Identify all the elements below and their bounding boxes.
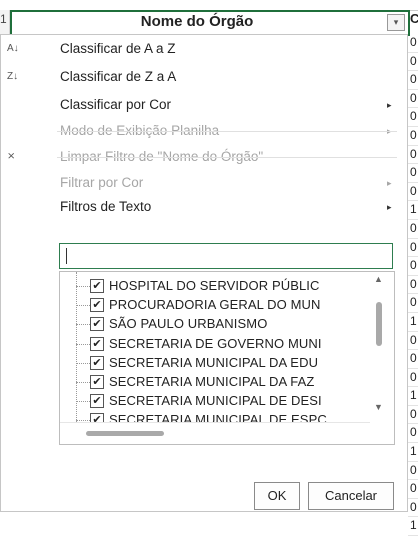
cell[interactable]: 0 xyxy=(408,462,418,481)
cell[interactable]: 0 xyxy=(408,257,418,276)
list-item-label: PROCURADORIA GERAL DO MUN xyxy=(109,297,321,313)
cell[interactable]: 0 xyxy=(408,350,418,369)
cell[interactable]: 0 xyxy=(408,369,418,388)
menu-item: Filtrar por Cor ▸ xyxy=(1,171,407,195)
checkbox-icon[interactable]: ✔ xyxy=(90,336,104,351)
cancel-button[interactable]: Cancelar xyxy=(308,482,394,510)
list-item-label: SECRETARIA MUNICIPAL DA FAZ xyxy=(109,374,315,389)
vertical-scrollbar[interactable]: ▲ ▼ xyxy=(370,272,390,444)
list-item-label: SECRETARIA MUNICIPAL DA EDU xyxy=(109,354,319,370)
checkbox-icon[interactable]: ✔ xyxy=(90,394,104,409)
submenu-arrow-icon: ▸ xyxy=(387,100,392,110)
horizontal-scroll-thumb[interactable] xyxy=(86,431,164,436)
cell[interactable]: 0 xyxy=(408,294,418,313)
cell[interactable]: 0 xyxy=(408,34,418,53)
cell[interactable]: 0 xyxy=(408,406,418,425)
list-item[interactable]: ✔ SÃO PAULO URBANISMO xyxy=(60,314,350,334)
menu-item-label: Classificar de A a Z xyxy=(60,41,176,56)
filter-dropdown-button[interactable]: ▾ xyxy=(387,14,405,31)
list-item[interactable]: ✔ SECRETARIA DE GOVERNO MUNI xyxy=(60,334,350,354)
submenu-arrow-icon: ▸ xyxy=(387,178,392,188)
cell[interactable]: 0 xyxy=(408,71,418,90)
scroll-down-icon[interactable]: ▼ xyxy=(374,402,383,412)
cell[interactable]: 0 xyxy=(408,53,418,72)
list-item-label: HOSPITAL DO SERVIDOR PÚBLIC xyxy=(109,278,320,293)
checkbox-icon[interactable]: ✔ xyxy=(90,375,104,389)
cell[interactable]: 1 xyxy=(408,313,418,332)
tree-connector xyxy=(76,362,90,364)
menu-item-label: Filtros de Texto xyxy=(60,199,152,214)
cell[interactable]: 1 xyxy=(408,443,418,462)
cell[interactable]: 0 xyxy=(408,146,418,165)
text-caret xyxy=(66,248,67,264)
list-item[interactable]: ✔ SECRETARIA MUNICIPAL DA EDU xyxy=(60,353,350,373)
cell[interactable]: 1 xyxy=(408,517,418,536)
menu-item-label: Filtrar por Cor xyxy=(60,175,144,190)
sort-ascending-icon: A↓ xyxy=(7,43,19,54)
clear-filter-icon: ⨯ xyxy=(7,151,16,162)
menu-item[interactable]: A↓ Classificar de A a Z xyxy=(1,37,407,61)
vertical-scroll-thumb[interactable] xyxy=(376,302,382,346)
tree-connector xyxy=(76,401,90,403)
cell[interactable]: 0 xyxy=(408,332,418,351)
list-item[interactable]: ✔ SECRETARIA MUNICIPAL DA FAZ xyxy=(60,372,350,392)
list-item-label: SECRETARIA MUNICIPAL DE DESI xyxy=(109,393,322,409)
spreadsheet: 1 Nome do Órgão ▾ C 00000000010000010001… xyxy=(0,0,418,536)
cell[interactable]: 0 xyxy=(408,164,418,183)
tree-connector xyxy=(76,305,90,307)
cell[interactable]: 0 xyxy=(408,499,418,518)
list-item[interactable]: ✔ HOSPITAL DO SERVIDOR PÚBLIC xyxy=(60,276,350,296)
menu-separator xyxy=(57,157,397,158)
list-item[interactable]: ✔ SECRETARIA MUNICIPAL DE DESI xyxy=(60,391,350,411)
next-column-letter: C xyxy=(410,11,418,26)
tree-connector xyxy=(76,343,90,345)
list-item[interactable]: ✔ PROCURADORIA GERAL DO MUN xyxy=(60,295,350,315)
horizontal-scrollbar[interactable] xyxy=(60,422,370,444)
cell[interactable]: 0 xyxy=(408,276,418,295)
cell[interactable]: 1 xyxy=(408,387,418,406)
cell[interactable]: 0 xyxy=(408,183,418,202)
tree-connector xyxy=(76,382,90,383)
checkbox-icon[interactable]: ✔ xyxy=(90,355,104,370)
checkbox-icon[interactable]: ✔ xyxy=(90,279,104,293)
list-item-label: SÃO PAULO URBANISMO xyxy=(109,316,268,332)
menu-item-label: Classificar de Z a A xyxy=(60,69,177,84)
tree-connector xyxy=(76,324,90,326)
menu-separator xyxy=(57,131,397,132)
checkbox-icon[interactable]: ✔ xyxy=(90,317,104,332)
adjacent-column-cells: 000000000100000100010010001 xyxy=(408,34,418,536)
autofilter-menu: A↓ Classificar de A a Z Z↓ Classificar de Z… xyxy=(0,34,408,512)
ok-button[interactable]: OK xyxy=(254,482,300,510)
sort-descending-icon: Z↓ xyxy=(7,71,19,82)
column-header-cell[interactable]: Nome do Órgão ▾ xyxy=(10,10,410,36)
submenu-arrow-icon: ▸ xyxy=(387,202,392,212)
menu-item-label: Classificar por Cor xyxy=(60,97,172,112)
scroll-up-icon[interactable]: ▲ xyxy=(374,274,383,284)
next-column-header[interactable]: C xyxy=(410,10,418,33)
cell[interactable]: 0 xyxy=(408,424,418,444)
column-title: Nome do Órgão xyxy=(140,13,254,30)
cell[interactable]: 0 xyxy=(408,127,418,146)
filter-search-input[interactable] xyxy=(59,243,393,269)
list-item-label: SECRETARIA DE GOVERNO MUNI xyxy=(109,335,322,351)
menu-item[interactable]: Filtros de Texto ▸ xyxy=(1,195,407,219)
menu-item[interactable]: Z↓ Classificar de Z a A xyxy=(1,65,407,89)
cell[interactable]: 1 xyxy=(408,201,418,220)
filter-value-list[interactable]: ✔ HOSPITAL DO SERVIDOR PÚBLIC ✔ PROCURADORI… xyxy=(59,271,395,445)
checkbox-icon[interactable]: ✔ xyxy=(90,298,104,313)
row-number: 1 xyxy=(0,12,7,26)
tree-connector xyxy=(76,286,90,287)
menu-item[interactable]: Classificar por Cor ▸ xyxy=(1,93,407,117)
cell[interactable]: 0 xyxy=(408,480,418,499)
cell[interactable]: 0 xyxy=(408,108,418,127)
cell[interactable]: 0 xyxy=(408,220,418,239)
cell[interactable]: 0 xyxy=(408,90,418,109)
cell[interactable]: 0 xyxy=(408,239,418,258)
